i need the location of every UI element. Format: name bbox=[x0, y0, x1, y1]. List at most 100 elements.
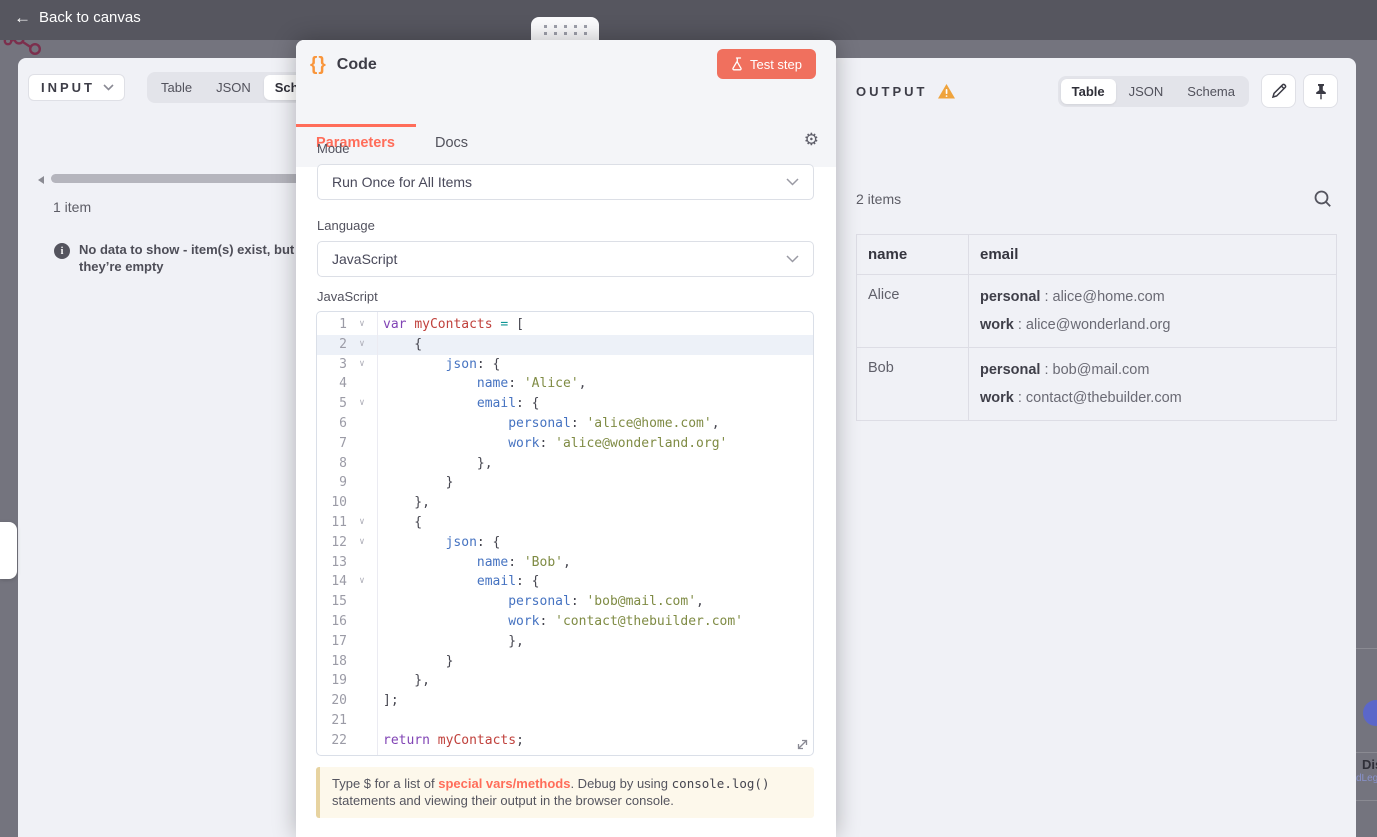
line-number: 22 bbox=[331, 732, 347, 748]
line-number: 2 bbox=[339, 336, 347, 352]
fold-chevron-icon[interactable]: ∨ bbox=[347, 533, 377, 553]
cell-email[interactable]: personal : bob@mail.com work : contact@th… bbox=[968, 347, 1337, 421]
email-key: work bbox=[980, 390, 1014, 406]
line-number: 4 bbox=[339, 376, 347, 392]
line-number: 12 bbox=[331, 534, 347, 550]
code-text: }, bbox=[476, 455, 493, 471]
code-line[interactable]: 11 ∨ { bbox=[317, 513, 813, 533]
output-tab-json[interactable]: JSON bbox=[1118, 79, 1175, 104]
active-tab-underline bbox=[296, 124, 416, 127]
info-icon: i bbox=[54, 243, 70, 259]
back-to-canvas-button[interactable]: ← Back to canvas bbox=[14, 9, 141, 26]
cell-email[interactable]: personal : alice@home.com work : alice@wo… bbox=[968, 274, 1337, 348]
line-number: 21 bbox=[331, 712, 347, 728]
fold-chevron-icon[interactable]: ∨ bbox=[347, 572, 377, 592]
test-step-label: Test step bbox=[749, 56, 802, 72]
code-line[interactable]: 20]; bbox=[317, 691, 813, 711]
code-line[interactable]: 5 ∨ email: { bbox=[317, 394, 813, 414]
line-number: 13 bbox=[331, 554, 347, 570]
input-items-count: 1 item bbox=[53, 199, 92, 215]
scroll-left-arrow-icon[interactable] bbox=[38, 176, 44, 184]
input-panel-grip-handle[interactable] bbox=[0, 522, 17, 579]
horizontal-scrollbar[interactable] bbox=[51, 174, 319, 183]
code-editor-label: JavaScript bbox=[317, 289, 378, 304]
table-row[interactable]: Alice personal : alice@home.com work : ali… bbox=[856, 274, 1337, 348]
top-header-bar: ← Back to canvas bbox=[0, 0, 1377, 40]
input-tab-json[interactable]: JSON bbox=[205, 75, 262, 100]
email-key: personal bbox=[980, 289, 1041, 305]
code-text: email: { bbox=[476, 396, 540, 412]
special-vars-link[interactable]: special vars/methods bbox=[438, 776, 570, 791]
language-select[interactable]: JavaScript bbox=[317, 241, 814, 277]
table-row[interactable]: Bob personal : bob@mail.com work : contact… bbox=[856, 347, 1337, 421]
code-text: email: { bbox=[476, 574, 540, 590]
code-line[interactable]: 6 personal: 'alice@home.com', bbox=[317, 414, 813, 434]
back-to-canvas-label: Back to canvas bbox=[39, 9, 141, 26]
code-line[interactable]: 13 name: 'Bob', bbox=[317, 553, 813, 573]
line-number: 14 bbox=[331, 574, 347, 590]
code-text: json: { bbox=[445, 356, 501, 372]
editor-hint: Type $ for a list of special vars/method… bbox=[316, 767, 814, 818]
node-title: Code bbox=[336, 56, 377, 73]
output-tab-table[interactable]: Table bbox=[1060, 78, 1116, 104]
output-tab-schema[interactable]: Schema bbox=[1176, 79, 1246, 104]
code-line[interactable]: 16 work: 'contact@thebuilder.com' bbox=[317, 612, 813, 632]
fold-chevron-icon[interactable]: ∨ bbox=[347, 394, 377, 414]
code-line[interactable]: 3 ∨ json: { bbox=[317, 355, 813, 375]
code-line[interactable]: 18} bbox=[317, 652, 813, 672]
code-line[interactable]: 9} bbox=[317, 473, 813, 493]
drag-dots-icon bbox=[543, 25, 587, 35]
fold-chevron-icon[interactable]: ∨ bbox=[347, 513, 377, 533]
dimmed-menu-text: Dis bbox=[1362, 757, 1377, 772]
input-empty-message: No data to show - item(s) exist, but the… bbox=[79, 242, 295, 274]
fold-chevron-icon[interactable]: ∨ bbox=[347, 335, 377, 355]
code-editor[interactable]: 1 ∨ var myContacts = [2 ∨{3 ∨ json: {4 name: '… bbox=[316, 311, 814, 756]
line-number: 16 bbox=[331, 613, 347, 629]
cell-name[interactable]: Bob bbox=[856, 347, 969, 421]
code-line[interactable]: 12 ∨ json: { bbox=[317, 533, 813, 553]
code-line[interactable]: 2 ∨ { bbox=[317, 334, 813, 355]
warning-icon bbox=[938, 83, 956, 98]
code-line[interactable]: 7 work: 'alice@wonderland.org' bbox=[317, 434, 813, 454]
hint-code-snippet: console.log() bbox=[671, 776, 770, 791]
hint-text-pre: Type $ for a list of bbox=[332, 776, 439, 791]
code-line[interactable]: 15 personal: 'bob@mail.com', bbox=[317, 592, 813, 612]
line-number: 11 bbox=[331, 514, 347, 530]
pin-data-button[interactable] bbox=[1303, 74, 1338, 108]
code-line[interactable]: 17}, bbox=[317, 632, 813, 652]
output-search-icon[interactable] bbox=[1313, 189, 1332, 208]
line-number: 5 bbox=[339, 396, 347, 412]
code-line[interactable]: 19}, bbox=[317, 671, 813, 691]
mode-select[interactable]: Run Once for All Items bbox=[317, 164, 814, 200]
code-line[interactable]: 1 ∨ var myContacts = [ bbox=[317, 315, 813, 335]
fold-chevron-icon[interactable]: ∨ bbox=[347, 315, 377, 335]
code-line[interactable]: 4 name: 'Alice', bbox=[317, 374, 813, 394]
line-number: 3 bbox=[339, 356, 347, 372]
input-tab-table[interactable]: Table bbox=[150, 75, 203, 100]
code-line[interactable]: 8}, bbox=[317, 454, 813, 474]
code-text: name: 'Alice', bbox=[476, 376, 587, 392]
code-line[interactable]: 21 bbox=[317, 711, 813, 731]
line-number: 18 bbox=[331, 653, 347, 669]
chevron-down-icon bbox=[786, 255, 799, 263]
editor-resize-handle[interactable] bbox=[795, 737, 810, 752]
output-items-count: 2 items bbox=[856, 190, 902, 207]
code-line[interactable]: 22 return myContacts; bbox=[317, 731, 813, 751]
line-number: 10 bbox=[331, 495, 347, 511]
email-value: : alice@wonderland.org bbox=[1013, 317, 1171, 333]
output-display-mode-tabs: Table JSON Schema bbox=[1057, 75, 1249, 107]
code-line[interactable]: 10}, bbox=[317, 493, 813, 513]
fold-chevron-icon[interactable]: ∨ bbox=[347, 355, 377, 375]
code-text: ]; bbox=[383, 693, 399, 709]
test-step-button[interactable]: Test step bbox=[716, 49, 816, 79]
mode-label: Mode bbox=[317, 141, 350, 156]
cell-name[interactable]: Alice bbox=[856, 274, 969, 348]
output-panel-title: OUTPUT bbox=[856, 83, 928, 99]
input-source-dropdown[interactable]: INPUT bbox=[28, 74, 125, 101]
tab-docs[interactable]: Docs bbox=[435, 135, 468, 151]
code-lines: 1 ∨ var myContacts = [2 ∨{3 ∨ json: {4 name: '… bbox=[317, 315, 813, 751]
node-settings-gear-icon[interactable]: ⚙ bbox=[804, 130, 819, 150]
edit-output-button[interactable] bbox=[1261, 74, 1296, 108]
code-text: work: 'contact@thebuilder.com' bbox=[508, 613, 743, 629]
code-line[interactable]: 14 ∨ email: { bbox=[317, 572, 813, 592]
